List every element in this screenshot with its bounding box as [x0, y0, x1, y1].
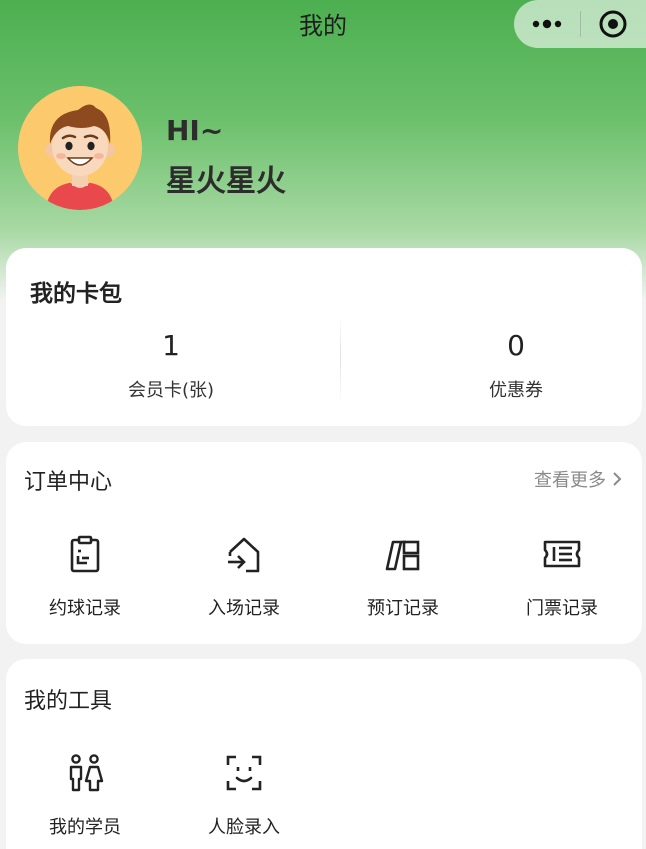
booking-cards-icon [385, 540, 420, 571]
order-item-label: 门票记录 [526, 598, 598, 619]
face-scan-icon [226, 755, 262, 791]
wallet-coupons[interactable]: 0 优惠券 [351, 328, 646, 402]
my-tools-card: 我的工具 我的学员 人脸录入 [6, 659, 642, 849]
tool-item-my-students[interactable]: 我的学员 [6, 753, 164, 839]
more-button[interactable] [514, 0, 580, 48]
view-more-link[interactable]: 查看更多 [534, 466, 622, 492]
close-button[interactable] [581, 0, 646, 48]
chevron-right-icon [613, 472, 622, 486]
mini-program-capsule [514, 0, 646, 48]
order-item-booking-records[interactable]: 预订记录 [324, 534, 482, 620]
order-item-label: 约球记录 [49, 598, 121, 619]
order-item-ticket-records[interactable]: 门票记录 [483, 534, 641, 620]
member-card-label: 会员卡(张) [127, 380, 215, 401]
member-card-count: 1 [162, 329, 180, 362]
order-item-label: 入场记录 [208, 598, 280, 619]
wallet-card: 我的卡包 1 会员卡(张) 0 优惠券 [6, 248, 642, 426]
coupon-label: 优惠券 [489, 380, 543, 401]
wallet-member-cards[interactable]: 1 会员卡(张) [6, 328, 336, 402]
wallet-divider [340, 314, 341, 404]
greeting-text: HI~ [166, 114, 224, 147]
avatar[interactable] [18, 86, 142, 210]
students-icon [69, 754, 104, 792]
target-circle-icon [599, 10, 627, 38]
order-center-card: 订单中心 查看更多 约球记录 入场记录 预订记录 门票记录 [6, 442, 642, 644]
view-more-label: 查看更多 [534, 470, 606, 491]
order-item-label: 预订记录 [367, 598, 439, 619]
wallet-title: 我的卡包 [30, 281, 122, 307]
ticket-icon [543, 540, 581, 568]
user-nickname: 星火星火 [166, 164, 286, 199]
tool-item-label: 我的学员 [49, 817, 121, 838]
clipboard-icon [70, 535, 100, 573]
more-dots-icon [532, 19, 561, 29]
order-item-ball-records[interactable]: 约球记录 [6, 534, 164, 620]
enter-house-icon [228, 537, 260, 573]
tool-item-label: 人脸录入 [208, 817, 280, 838]
order-item-entry-records[interactable]: 入场记录 [165, 534, 323, 620]
tool-item-face-enroll[interactable]: 人脸录入 [165, 753, 323, 839]
coupon-count: 0 [507, 329, 525, 362]
my-tools-title: 我的工具 [24, 689, 113, 714]
avatar-boy-illustration [45, 104, 115, 210]
order-center-title: 订单中心 [24, 470, 113, 495]
